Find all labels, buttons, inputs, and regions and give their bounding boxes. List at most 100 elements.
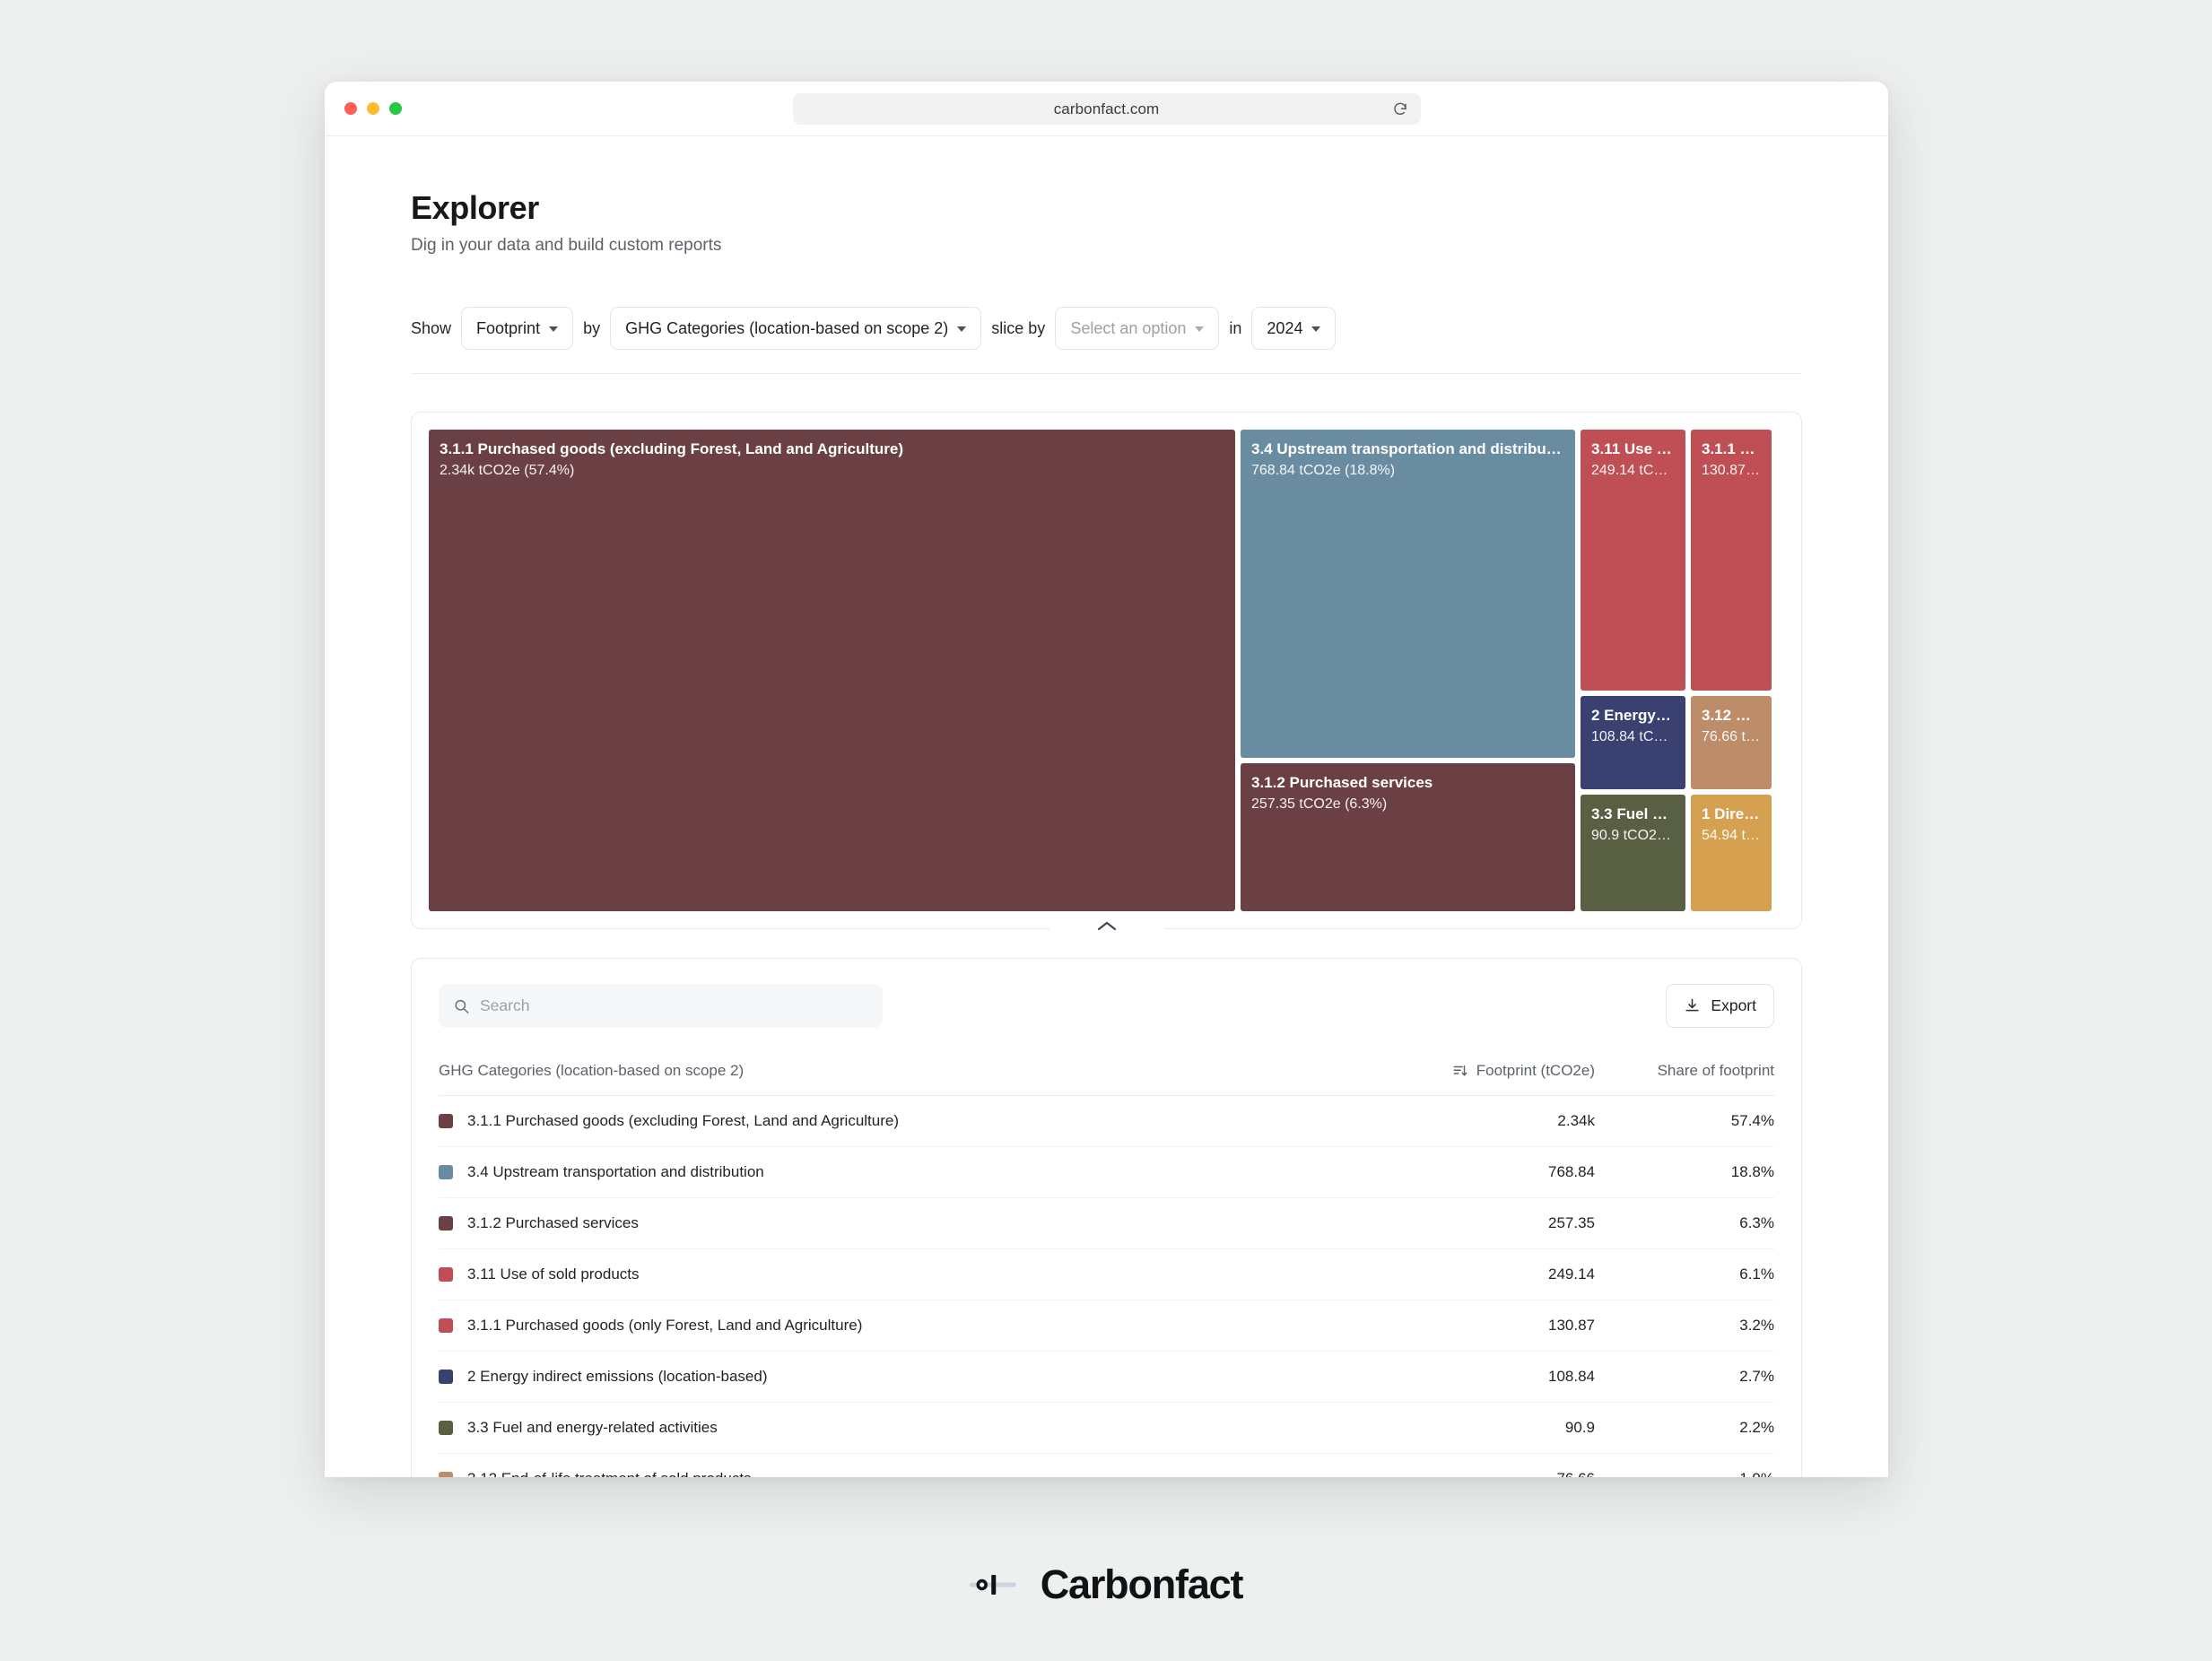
column-header-footprint-label: Footprint (tCO2e) bbox=[1476, 1062, 1595, 1080]
row-category-cell: 3.1.1 Purchased goods (only Forest, Land… bbox=[439, 1317, 1415, 1335]
color-swatch bbox=[439, 1165, 453, 1179]
treemap-tile-value: 130.87 t… bbox=[1702, 461, 1761, 481]
download-icon bbox=[1684, 997, 1701, 1014]
table-row[interactable]: 3.1.1 Purchased goods (only Forest, Land… bbox=[439, 1300, 1774, 1352]
chevron-up-icon bbox=[1095, 919, 1119, 938]
browser-titlebar: carbonfact.com bbox=[325, 82, 1888, 136]
data-table-card: Export GHG Categories (location-based on… bbox=[411, 958, 1802, 1477]
table-toolbar: Export bbox=[439, 984, 1774, 1028]
color-swatch bbox=[439, 1216, 453, 1231]
treemap-tile[interactable]: 3.1.1 P… 130.87 t… bbox=[1691, 430, 1772, 691]
treemap-tile-value: 249.14 tCO2e (6.1%) bbox=[1591, 461, 1675, 481]
treemap-tile[interactable]: 3.4 Upstream transportation and distribu… bbox=[1241, 430, 1575, 758]
color-swatch bbox=[439, 1421, 453, 1435]
treemap-tile[interactable]: 3.12 En… 76.66 tCO… bbox=[1691, 696, 1772, 789]
row-footprint-cell: 76.66 bbox=[1415, 1470, 1595, 1477]
window-controls bbox=[344, 102, 402, 115]
treemap-collapse-toggle[interactable] bbox=[1049, 914, 1164, 944]
treemap-tile-label: 3.1.1 Purchased goods (excluding Forest,… bbox=[440, 439, 1224, 460]
row-share-cell: 57.4% bbox=[1595, 1112, 1774, 1130]
row-category-cell: 3.12 End-of-life treatment of sold produ… bbox=[439, 1470, 1415, 1477]
color-swatch bbox=[439, 1370, 453, 1384]
column-header-share-label: Share of footprint bbox=[1658, 1062, 1774, 1080]
row-footprint-cell: 90.9 bbox=[1415, 1419, 1595, 1437]
row-footprint-cell: 768.84 bbox=[1415, 1163, 1595, 1181]
browser-window: carbonfact.com Explorer Dig in your data… bbox=[325, 82, 1888, 1477]
close-window-button[interactable] bbox=[344, 102, 357, 115]
column-header-category[interactable]: GHG Categories (location-based on scope … bbox=[439, 1062, 1415, 1080]
table-header-row: GHG Categories (location-based on scope … bbox=[439, 1062, 1774, 1096]
table-row[interactable]: 2 Energy indirect emissions (location-ba… bbox=[439, 1352, 1774, 1403]
slice-select[interactable]: Select an option bbox=[1055, 307, 1219, 350]
treemap-tile[interactable]: 3.3 Fuel and en… 90.9 tCO2e (2.2%) bbox=[1581, 795, 1685, 911]
sort-descending-icon[interactable] bbox=[1452, 1063, 1468, 1079]
table-row[interactable]: 3.12 End-of-life treatment of sold produ… bbox=[439, 1454, 1774, 1477]
treemap-tile[interactable]: 3.11 Use of sold… 249.14 tCO2e (6.1%) bbox=[1581, 430, 1685, 691]
table-row[interactable]: 3.3 Fuel and energy-related activities 9… bbox=[439, 1403, 1774, 1454]
treemap-tile[interactable]: 3.1.1 Purchased goods (excluding Forest,… bbox=[429, 430, 1235, 911]
search-input[interactable] bbox=[480, 984, 883, 1028]
table-row[interactable]: 3.1.2 Purchased services 257.35 6.3% bbox=[439, 1198, 1774, 1249]
maximize-window-button[interactable] bbox=[389, 102, 402, 115]
treemap-tile[interactable]: 3.1.2 Purchased services 257.35 tCO2e (6… bbox=[1241, 763, 1575, 911]
table-row[interactable]: 3.11 Use of sold products 249.14 6.1% bbox=[439, 1249, 1774, 1300]
carbonfact-wordmark: Carbonfact bbox=[1041, 1561, 1243, 1608]
page-title: Explorer bbox=[411, 189, 1888, 227]
row-footprint-cell: 2.34k bbox=[1415, 1112, 1595, 1130]
column-header-share[interactable]: Share of footprint bbox=[1595, 1062, 1774, 1080]
filter-bar: Show Footprint by GHG Categories (locati… bbox=[325, 305, 1888, 352]
row-footprint-cell: 130.87 bbox=[1415, 1317, 1595, 1335]
slice-select-value: Select an option bbox=[1070, 319, 1186, 338]
dimension-select-value: GHG Categories (location-based on scope … bbox=[625, 319, 948, 338]
row-share-cell: 6.1% bbox=[1595, 1265, 1774, 1283]
treemap-tile-value: 768.84 tCO2e (18.8%) bbox=[1251, 461, 1564, 481]
carbonfact-logo-icon bbox=[970, 1571, 1018, 1598]
treemap-tile-label: 1 Direct … bbox=[1702, 804, 1761, 825]
color-swatch bbox=[439, 1318, 453, 1333]
row-category-label: 3.1.2 Purchased services bbox=[467, 1214, 639, 1232]
row-category-cell: 2 Energy indirect emissions (location-ba… bbox=[439, 1368, 1415, 1386]
treemap-tile-value: 108.84 tCO2e (2.… bbox=[1591, 727, 1675, 747]
treemap-tile-value: 2.34k tCO2e (57.4%) bbox=[440, 461, 1224, 481]
metric-select-value: Footprint bbox=[476, 319, 540, 338]
metric-select[interactable]: Footprint bbox=[461, 307, 573, 350]
treemap-tile[interactable]: 1 Direct … 54.94 tCO… bbox=[1691, 795, 1772, 911]
row-share-cell: 2.2% bbox=[1595, 1419, 1774, 1437]
treemap-tile-label: 3.12 En… bbox=[1702, 706, 1761, 726]
chevron-down-icon bbox=[549, 326, 558, 332]
page-content: Explorer Dig in your data and build cust… bbox=[325, 136, 1888, 1477]
show-label: Show bbox=[411, 319, 451, 338]
table-row[interactable]: 3.4 Upstream transportation and distribu… bbox=[439, 1147, 1774, 1198]
row-category-label: 3.1.1 Purchased goods (only Forest, Land… bbox=[467, 1317, 862, 1335]
export-button[interactable]: Export bbox=[1666, 984, 1774, 1028]
treemap-tile-label: 2 Energy indire… bbox=[1591, 706, 1675, 726]
treemap-tile-value: 54.94 tCO… bbox=[1702, 826, 1761, 846]
address-bar[interactable]: carbonfact.com bbox=[793, 93, 1421, 125]
search-box[interactable] bbox=[439, 984, 883, 1028]
row-category-label: 3.1.1 Purchased goods (excluding Forest,… bbox=[467, 1112, 899, 1130]
chevron-down-icon bbox=[1195, 326, 1204, 332]
page-subtitle: Dig in your data and build custom report… bbox=[411, 236, 1888, 256]
by-label: by bbox=[583, 319, 600, 338]
treemap-tile[interactable]: 2 Energy indire… 108.84 tCO2e (2.… bbox=[1581, 696, 1685, 789]
color-swatch bbox=[439, 1114, 453, 1128]
dimension-select[interactable]: GHG Categories (location-based on scope … bbox=[610, 307, 981, 350]
table-body: 3.1.1 Purchased goods (excluding Forest,… bbox=[439, 1096, 1774, 1477]
column-header-footprint[interactable]: Footprint (tCO2e) bbox=[1415, 1062, 1595, 1080]
year-select[interactable]: 2024 bbox=[1251, 307, 1336, 350]
chevron-down-icon bbox=[957, 326, 966, 332]
row-category-cell: 3.3 Fuel and energy-related activities bbox=[439, 1419, 1415, 1437]
color-swatch bbox=[439, 1267, 453, 1282]
row-category-label: 3.12 End-of-life treatment of sold produ… bbox=[467, 1470, 752, 1477]
reload-icon[interactable] bbox=[1392, 101, 1408, 117]
treemap-tile-value: 76.66 tCO… bbox=[1702, 727, 1761, 747]
table-row[interactable]: 3.1.1 Purchased goods (excluding Forest,… bbox=[439, 1096, 1774, 1147]
row-share-cell: 18.8% bbox=[1595, 1163, 1774, 1181]
row-category-label: 3.11 Use of sold products bbox=[467, 1265, 640, 1283]
filter-divider bbox=[411, 373, 1802, 374]
minimize-window-button[interactable] bbox=[367, 102, 379, 115]
row-share-cell: 1.9% bbox=[1595, 1470, 1774, 1477]
treemap-tile-value: 257.35 tCO2e (6.3%) bbox=[1251, 795, 1564, 814]
search-icon bbox=[453, 997, 470, 1014]
row-category-cell: 3.1.2 Purchased services bbox=[439, 1214, 1415, 1232]
